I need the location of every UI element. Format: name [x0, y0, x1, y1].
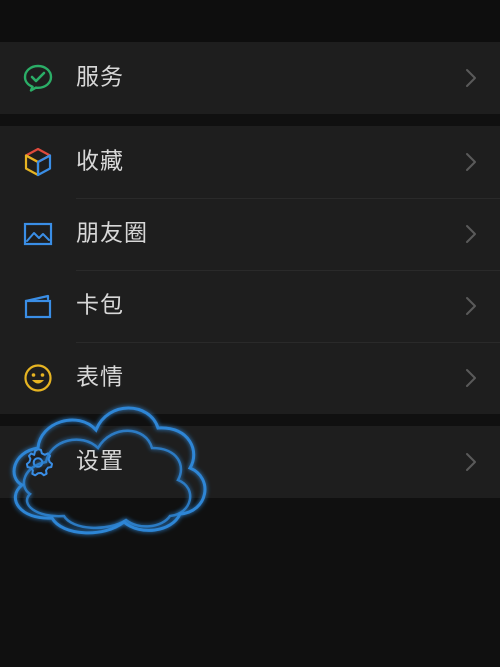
menu-item-label: 服务 — [76, 64, 124, 91]
image-icon — [22, 218, 54, 250]
menu-item-label: 朋友圈 — [76, 220, 148, 247]
chevron-right-icon — [464, 224, 478, 244]
menu-item-label: 收藏 — [76, 148, 124, 175]
menu-item-moments[interactable]: 朋友圈 — [0, 198, 500, 270]
settings-group: 设置 — [0, 426, 500, 498]
features-group: 收藏 朋友圈 卡包 表情 — [0, 126, 500, 414]
services-group: 服务 — [0, 42, 500, 114]
chevron-right-icon — [464, 368, 478, 388]
cube-icon — [22, 146, 54, 178]
menu-item-services[interactable]: 服务 — [0, 42, 500, 114]
menu-item-label: 设置 — [76, 448, 124, 475]
chevron-right-icon — [464, 152, 478, 172]
menu-item-settings[interactable]: 设置 — [0, 426, 500, 498]
chevron-right-icon — [464, 452, 478, 472]
menu-item-stickers[interactable]: 表情 — [0, 342, 500, 414]
gear-icon — [22, 446, 54, 478]
smiley-icon — [22, 362, 54, 394]
chevron-right-icon — [464, 296, 478, 316]
menu-item-cards[interactable]: 卡包 — [0, 270, 500, 342]
wechat-me-screen: 服务 收藏 朋友圈 卡包 表情 设置 — [0, 0, 500, 667]
top-spacer — [0, 0, 500, 42]
wechat-pay-icon — [22, 62, 54, 94]
chevron-right-icon — [464, 68, 478, 88]
wallet-icon — [22, 290, 54, 322]
menu-item-favorites[interactable]: 收藏 — [0, 126, 500, 198]
menu-item-label: 表情 — [76, 364, 124, 391]
menu-item-label: 卡包 — [76, 292, 124, 319]
